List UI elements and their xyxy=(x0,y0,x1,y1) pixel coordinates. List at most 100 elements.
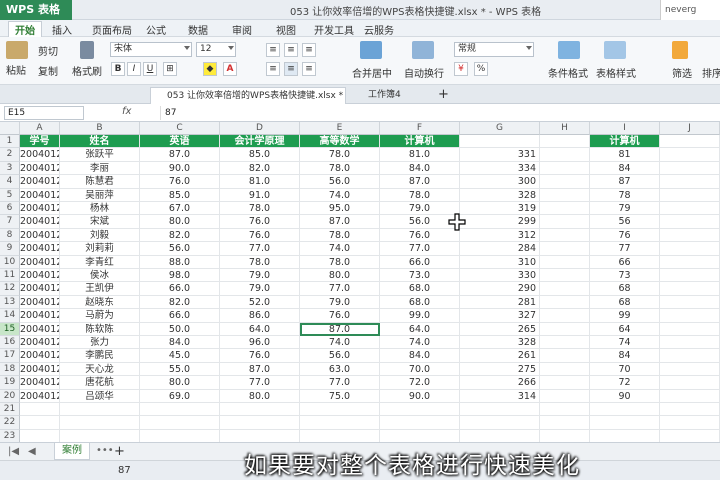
name-cell[interactable]: 杨林 xyxy=(60,202,140,216)
accounting-cell[interactable]: 77.0 xyxy=(220,242,300,256)
menu-item[interactable]: 公式 xyxy=(146,22,166,37)
computer-cell[interactable]: 77.0 xyxy=(380,242,460,256)
computer-cell[interactable]: 87.0 xyxy=(380,175,460,189)
header-cell-c[interactable]: 英语 xyxy=(140,135,220,149)
student-id-cell[interactable]: 200401213 xyxy=(20,161,60,176)
math-cell[interactable]: 76.0 xyxy=(300,309,380,323)
math-cell[interactable]: 74.0 xyxy=(300,242,380,256)
row-header[interactable]: 18 xyxy=(0,362,20,377)
computer-copy-cell[interactable]: 99 xyxy=(590,309,660,323)
font-family-select[interactable]: 宋体 xyxy=(110,42,192,57)
row-header[interactable]: 17 xyxy=(0,349,20,363)
column-header[interactable]: C xyxy=(140,122,220,135)
row-header[interactable]: 14 xyxy=(0,309,20,323)
math-cell[interactable]: 74.0 xyxy=(300,188,380,202)
total-cell[interactable]: 334 xyxy=(460,161,540,176)
english-cell[interactable]: 87.0 xyxy=(140,148,220,162)
english-cell[interactable]: 80.0 xyxy=(140,215,220,229)
total-cell[interactable]: 314 xyxy=(460,389,540,403)
total-cell[interactable]: 300 xyxy=(460,175,540,189)
computer-cell[interactable]: 70.0 xyxy=(380,362,460,377)
row-header[interactable]: 5 xyxy=(0,188,20,202)
computer-cell[interactable]: 81.0 xyxy=(380,148,460,162)
select-all-corner[interactable] xyxy=(0,122,20,135)
row-header[interactable]: 9 xyxy=(0,242,20,256)
table-cell[interactable] xyxy=(540,282,590,296)
cut-button[interactable]: 剪切 xyxy=(38,43,58,58)
filter-button[interactable]: 筛选 xyxy=(672,65,692,80)
filter-icon[interactable] xyxy=(672,41,688,59)
table-cell[interactable] xyxy=(590,429,660,442)
table-cell[interactable] xyxy=(660,255,720,269)
font-size-select[interactable]: 12 xyxy=(196,42,236,57)
computer-copy-cell[interactable]: 90 xyxy=(590,389,660,403)
accounting-cell[interactable]: 86.0 xyxy=(220,309,300,323)
name-cell[interactable]: 吕颂华 xyxy=(60,389,140,403)
english-cell[interactable]: 76.0 xyxy=(140,175,220,189)
student-id-cell[interactable]: 200401212 xyxy=(20,148,60,162)
row-header[interactable]: 23 xyxy=(0,429,20,442)
computer-cell[interactable]: 84.0 xyxy=(380,349,460,363)
row-header[interactable]: 4 xyxy=(0,175,20,189)
table-cell[interactable] xyxy=(60,429,140,442)
row-header[interactable]: 7 xyxy=(0,215,20,229)
table-cell[interactable] xyxy=(540,255,590,269)
table-cell[interactable] xyxy=(540,295,590,310)
table-cell[interactable] xyxy=(540,269,590,283)
menu-item[interactable]: 开始 xyxy=(8,21,42,37)
number-format-select[interactable]: 常规 xyxy=(454,42,534,57)
name-cell[interactable]: 王凯伊 xyxy=(60,282,140,296)
name-cell[interactable]: 天心龙 xyxy=(60,362,140,377)
total-cell[interactable]: 319 xyxy=(460,202,540,216)
table-cell[interactable] xyxy=(660,242,720,256)
menu-item[interactable]: 开发工具 xyxy=(314,22,354,37)
english-cell[interactable]: 90.0 xyxy=(140,161,220,176)
name-cell[interactable]: 李鹏民 xyxy=(60,349,140,363)
header-cell-i[interactable]: 计算机 xyxy=(590,135,660,149)
italic-button[interactable]: I xyxy=(127,62,141,76)
table-cell[interactable] xyxy=(540,215,590,229)
accounting-cell[interactable]: 82.0 xyxy=(220,161,300,176)
computer-cell[interactable]: 74.0 xyxy=(380,336,460,350)
accounting-cell[interactable]: 79.0 xyxy=(220,269,300,283)
student-id-cell[interactable]: 200401221 xyxy=(20,269,60,283)
total-cell[interactable]: 284 xyxy=(460,242,540,256)
computer-copy-cell[interactable]: 84 xyxy=(590,349,660,363)
row-header[interactable]: 1 xyxy=(0,135,20,149)
menu-item[interactable]: 页面布局 xyxy=(92,22,132,37)
english-cell[interactable]: 55.0 xyxy=(140,362,220,377)
student-id-cell[interactable]: 200401230 xyxy=(20,389,60,403)
name-cell[interactable]: 唐花航 xyxy=(60,376,140,390)
student-id-cell[interactable]: 200401215 xyxy=(20,188,60,202)
app-menu-button[interactable]: WPS 表格 xyxy=(0,0,72,20)
computer-cell[interactable]: 99.0 xyxy=(380,309,460,323)
table-style-button[interactable]: 表格样式 xyxy=(596,65,636,80)
english-cell[interactable]: 84.0 xyxy=(140,336,220,350)
align-top-icon[interactable]: ≡ xyxy=(266,43,280,57)
computer-copy-cell[interactable]: 70 xyxy=(590,362,660,377)
table-cell[interactable] xyxy=(140,416,220,430)
formula-input[interactable]: 87 xyxy=(160,106,720,120)
table-cell[interactable] xyxy=(140,429,220,442)
english-cell[interactable]: 50.0 xyxy=(140,322,220,336)
accounting-cell[interactable]: 85.0 xyxy=(220,148,300,162)
name-cell[interactable]: 宋斌 xyxy=(60,215,140,229)
computer-copy-cell[interactable]: 78 xyxy=(590,188,660,202)
tab-document-active[interactable]: 053 让你效率倍增的WPS表格快捷键.xlsx * xyxy=(150,87,346,104)
table-cell[interactable] xyxy=(60,416,140,430)
computer-copy-cell[interactable]: 66 xyxy=(590,255,660,269)
table-cell[interactable] xyxy=(540,161,590,176)
computer-copy-cell[interactable]: 74 xyxy=(590,336,660,350)
name-cell[interactable]: 刘毅 xyxy=(60,228,140,243)
english-cell[interactable]: 82.0 xyxy=(140,228,220,243)
computer-cell[interactable]: 73.0 xyxy=(380,269,460,283)
table-cell[interactable] xyxy=(540,228,590,243)
computer-copy-cell[interactable]: 87 xyxy=(590,175,660,189)
math-cell[interactable]: 77.0 xyxy=(300,282,380,296)
english-cell[interactable]: 80.0 xyxy=(140,376,220,390)
paste-icon[interactable] xyxy=(6,41,28,59)
math-cell[interactable]: 87.0 xyxy=(300,322,380,336)
table-cell[interactable] xyxy=(590,403,660,417)
table-cell[interactable] xyxy=(380,429,460,442)
english-cell[interactable]: 88.0 xyxy=(140,255,220,269)
